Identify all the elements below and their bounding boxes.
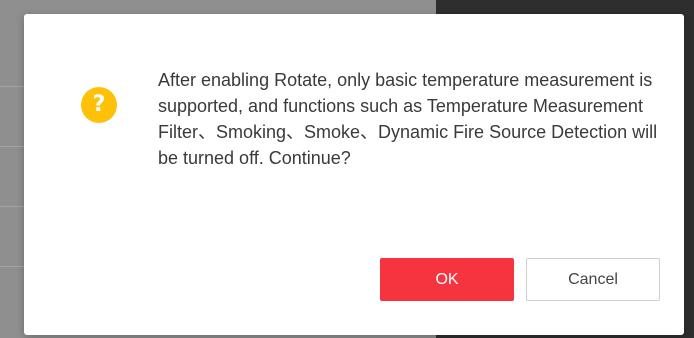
cancel-button[interactable]: Cancel [526,258,660,301]
confirm-dialog: ? After enabling Rotate, only basic temp… [24,14,684,335]
backdrop-table-lines [0,0,24,338]
question-icon: ? [81,87,117,123]
backdrop-divider [0,146,24,147]
ok-button[interactable]: OK [380,258,514,301]
backdrop-divider [0,206,24,207]
dialog-message: After enabling Rotate, only basic temper… [158,70,658,168]
backdrop-divider [0,86,24,87]
backdrop-divider [0,266,24,267]
